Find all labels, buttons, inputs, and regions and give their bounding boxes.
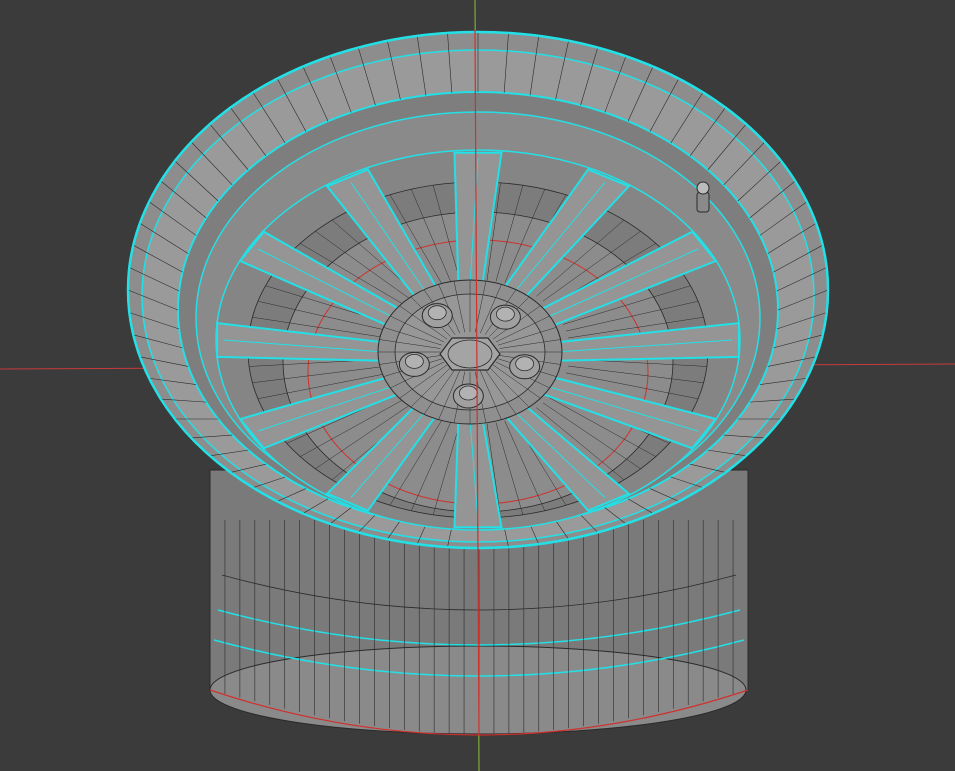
lug-nut [398, 351, 430, 377]
lug-nut [509, 354, 541, 380]
valve-stem[interactable] [696, 181, 710, 213]
lug-nut [489, 304, 521, 330]
center-cap [439, 337, 501, 371]
lug-nut [452, 383, 484, 409]
wheel-model[interactable] [126, 29, 830, 736]
3d-viewport[interactable] [0, 0, 955, 771]
lug-nut [421, 303, 453, 329]
